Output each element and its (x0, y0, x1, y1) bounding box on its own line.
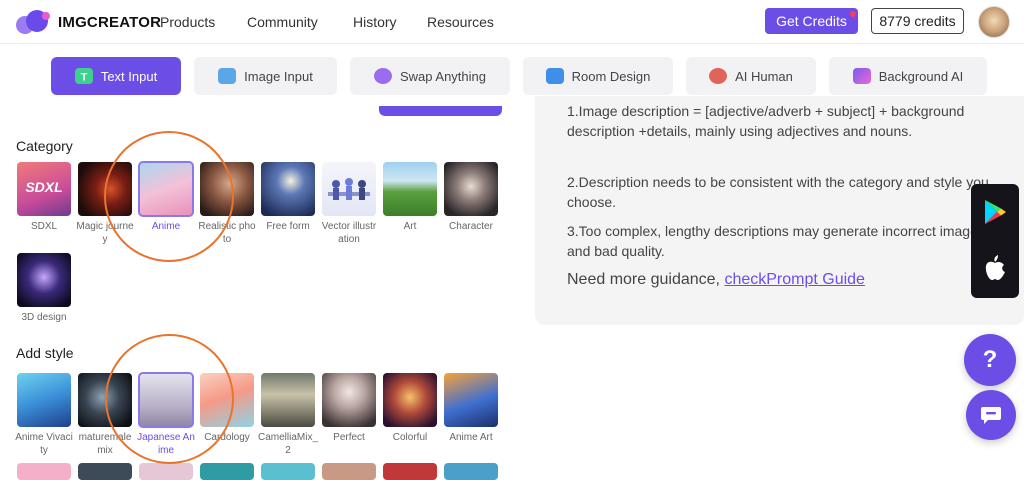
tab-background-ai[interactable]: Background AI (829, 57, 987, 95)
avatar[interactable] (978, 6, 1010, 38)
style-label: Colorful (392, 432, 428, 443)
tab-label: Image Input (244, 68, 313, 84)
category-title: Category (16, 138, 73, 154)
text-input-icon: T (74, 68, 93, 84)
tab-label: AI Human (735, 68, 793, 84)
style-thumb[interactable] (17, 463, 71, 480)
category-label: Character (449, 221, 493, 232)
category-thumb-art[interactable] (383, 162, 437, 216)
category-label: Art (403, 221, 417, 232)
category-thumb-3d-design[interactable] (17, 253, 71, 307)
tab-label: Room Design (571, 68, 651, 84)
tip-3: 3.Too complex, lengthy descriptions may … (567, 223, 985, 259)
chat-button[interactable] (966, 390, 1016, 440)
guide-line: Need more guidance, checkPrompt Guide (567, 271, 865, 289)
category-label: Vector illustration (321, 221, 377, 245)
category-thumb-vector-illustration[interactable] (322, 162, 376, 216)
nav-products[interactable]: Products (160, 14, 215, 30)
style-thumb[interactable] (444, 463, 498, 480)
style-label: Perfect (333, 432, 365, 443)
get-credits-button[interactable]: Get Credits (765, 8, 858, 34)
style-label: Anime Art (449, 432, 493, 443)
get-credits-label: Get Credits (776, 13, 847, 29)
style-thumb-perfect[interactable] (322, 373, 376, 427)
logo[interactable]: IMGCREATOR (16, 10, 161, 34)
help-button[interactable]: ? (964, 334, 1016, 386)
category-label: Free form (266, 221, 310, 232)
svg-text:T: T (80, 72, 87, 84)
credits-label: 8779 credits (879, 13, 956, 29)
style-thumb[interactable] (78, 463, 132, 480)
tab-text-input[interactable]: T Text Input (51, 57, 181, 95)
app-download-panel (971, 184, 1019, 298)
nav-community[interactable]: Community (247, 14, 318, 30)
tab-label: Swap Anything (399, 68, 486, 84)
tip-1: 1.Image description = [adjective/adverb … (567, 104, 992, 160)
vector-illustration-graphic (328, 178, 370, 200)
category-thumb-free-form[interactable] (261, 162, 315, 216)
style-thumb[interactable] (322, 463, 376, 480)
nav-history[interactable]: History (353, 14, 397, 30)
style-thumb-anime-vivacity[interactable] (17, 373, 71, 427)
style-thumb-colorful[interactable] (383, 373, 437, 427)
style-thumb-anime-art[interactable] (444, 373, 498, 427)
generate-button[interactable] (379, 106, 502, 116)
category-label: SDXL (30, 221, 58, 232)
notification-dot (850, 11, 856, 17)
style-thumb[interactable] (200, 463, 254, 480)
help-icon: ? (982, 346, 998, 373)
guide-text: Need more guidance, (567, 271, 725, 288)
tab-room-design[interactable]: Room Design (523, 57, 673, 95)
background-icon (852, 68, 871, 84)
credits-balance[interactable]: 8779 credits (871, 8, 964, 34)
tip-1-text: 1.Image description = [adjective/adverb … (567, 104, 965, 139)
highlight-circle (105, 334, 234, 464)
tab-label: Text Input (100, 68, 158, 84)
category-thumb-character[interactable] (444, 162, 498, 216)
apple-icon[interactable] (984, 255, 1006, 281)
style-label: Anime Vivacity (15, 432, 73, 456)
chat-icon (981, 407, 1001, 424)
tab-image-input[interactable]: Image Input (194, 57, 337, 95)
style-thumb[interactable] (139, 463, 193, 480)
tab-ai-human[interactable]: AI Human (686, 57, 816, 95)
room-icon (545, 68, 564, 84)
page: IMGCREATOR Products Community History Re… (0, 0, 1024, 480)
ai-human-icon (709, 68, 728, 84)
logo-mark-icon (16, 10, 52, 34)
image-input-icon (218, 68, 237, 84)
nav-resources[interactable]: Resources (427, 14, 494, 30)
category-label: 3D design (21, 312, 67, 323)
style-thumb-camelliamix-2[interactable] (261, 373, 315, 427)
prompt-guide-link[interactable]: checkPrompt Guide (724, 271, 865, 288)
logo-text: IMGCREATOR (58, 13, 162, 31)
style-thumb[interactable] (261, 463, 315, 480)
google-play-icon[interactable] (983, 199, 1007, 225)
sdxl-thumb-text: SDXL (25, 179, 63, 195)
tab-label: Background AI (878, 68, 964, 84)
style-label: CamelliaMix_2 (258, 432, 319, 456)
top-header: IMGCREATOR Products Community History Re… (0, 0, 1024, 44)
tip-2: 2.Description needs to be consistent wit… (567, 174, 989, 210)
highlight-circle (104, 131, 234, 262)
style-thumb[interactable] (383, 463, 437, 480)
category-thumb-sdxl[interactable]: SDXL (17, 162, 71, 216)
tab-swap-anything[interactable]: Swap Anything (350, 57, 510, 95)
add-style-title: Add style (16, 345, 74, 361)
swap-icon (373, 68, 392, 84)
